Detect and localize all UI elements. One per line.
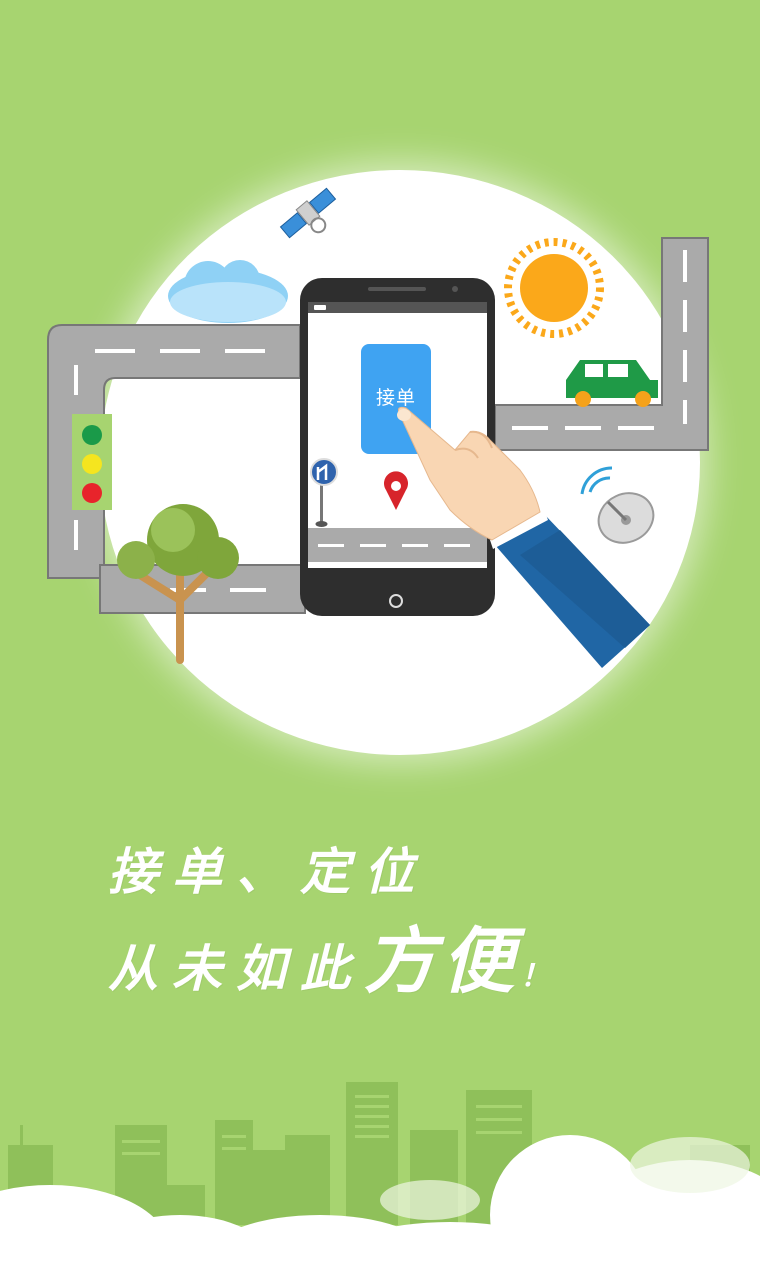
- pointing-hand-icon: [397, 406, 650, 668]
- headline-line-1: 接单、定位: [108, 842, 428, 901]
- headline-emphasis: 方便: [364, 918, 521, 1003]
- headline-line-2-main: 从未如此: [108, 939, 364, 998]
- headline-line-2: 从未如此方便！: [108, 902, 564, 1007]
- splash-screen: 接单 接单、定位 从未如此方便！: [0, 0, 760, 1280]
- headline-exclamation: ！: [520, 959, 565, 994]
